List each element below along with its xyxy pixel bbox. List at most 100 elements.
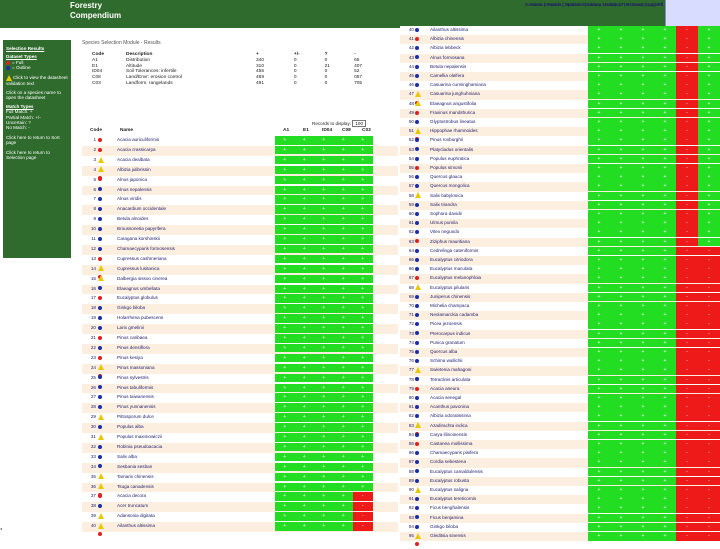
- species-link[interactable]: Chamaecyparis formosensis: [117, 245, 275, 254]
- species-link[interactable]: Acacia aneura: [430, 385, 588, 394]
- table-row[interactable]: 58 Salix babylonica + + + + - +: [400, 191, 720, 206]
- table-row[interactable]: 69 Juniperus chinensis + + + + - -: [400, 292, 720, 302]
- table-row[interactable]: 26 Pinus tabuliformis + + + + +: [82, 383, 398, 394]
- warning-icon[interactable]: [98, 413, 104, 420]
- nav-bamboo[interactable]: Bamboo & Rattan: [525, 2, 561, 7]
- species-link[interactable]: Alnus viridis: [117, 195, 275, 204]
- species-link[interactable]: Acacia dealbata: [117, 156, 275, 165]
- species-link[interactable]: Alnus formosana: [430, 54, 588, 63]
- table-row[interactable]: 40 Ailanthus altissima + + + + -: [82, 522, 398, 537]
- species-link[interactable]: Cordia sebestena: [430, 458, 588, 467]
- species-link[interactable]: Quercus alba: [430, 348, 588, 357]
- species-link[interactable]: Albizia odoratissima: [430, 412, 588, 421]
- species-link[interactable]: Pinus densiflora: [117, 344, 275, 353]
- species-link[interactable]: Pinus massoniana: [117, 364, 275, 373]
- table-row[interactable]: 21 Pinus caribaea + + + + +: [82, 334, 398, 344]
- table-row[interactable]: 27 Pinus taiwanensis + + + + +: [82, 393, 398, 403]
- table-row[interactable]: 7 Alnus viridis + + + + +: [82, 195, 398, 205]
- species-link[interactable]: Tamarix chinensis: [117, 473, 275, 482]
- species-link[interactable]: Ailanthus altissima: [117, 522, 275, 531]
- warning-icon[interactable]: [415, 127, 421, 134]
- table-row[interactable]: 15 Dalbergia sissoo cinerea + + + + +: [82, 274, 398, 289]
- species-link[interactable]: Populus simonii: [430, 164, 588, 173]
- species-link[interactable]: Albizia lebbeck: [430, 44, 588, 53]
- species-link[interactable]: Acacia auriculiformis: [117, 136, 275, 145]
- species-link[interactable]: Betula nepalensis: [430, 63, 588, 72]
- table-row[interactable]: 42 Albizia lebbeck + + + + - +: [400, 44, 720, 53]
- table-row[interactable]: 46 Casuarina cunninghamiana + + + + - +: [400, 81, 720, 90]
- table-row[interactable]: 36 Tsuga canadensis + + + + +: [82, 482, 398, 497]
- species-link[interactable]: Tsuga canadensis: [117, 483, 275, 492]
- species-link[interactable]: Acacia decora: [117, 492, 275, 501]
- table-row[interactable]: 56 Quercus glauca + + + + - +: [400, 173, 720, 182]
- species-link[interactable]: Chamaecyparis pisifera: [430, 449, 588, 458]
- table-row[interactable]: 25 Pinus sylvestris + + + + +: [82, 373, 398, 384]
- table-row[interactable]: 76 Schima wallichii + + + + - -: [400, 357, 720, 366]
- species-link[interactable]: Ziziphus mauritiana: [430, 238, 588, 247]
- species-link[interactable]: Eucalyptus melanophloia: [430, 274, 588, 283]
- species-link[interactable]: Eucalyptus tereticornis: [430, 495, 588, 504]
- table-row[interactable]: 93 Ficus benjamina + + + + - -: [400, 513, 720, 523]
- species-link[interactable]: Fraxinus mandshurica: [430, 109, 588, 118]
- table-row[interactable]: 19 Holarrhena pubescens + + + + +: [82, 314, 398, 324]
- warning-icon[interactable]: [98, 433, 104, 440]
- table-row[interactable]: 33 Salix alba + + + + +: [82, 452, 398, 463]
- species-link[interactable]: Castanea mollissima: [430, 440, 588, 449]
- warning-icon[interactable]: [98, 473, 104, 480]
- species-link[interactable]: Salix alba: [117, 453, 275, 462]
- species-link[interactable]: Pterocarpus indicus: [430, 330, 588, 339]
- table-row[interactable]: 11 Caragana korshinskii + + + + +: [82, 235, 398, 245]
- table-row[interactable]: 22 Pinus densiflora + + + + +: [82, 343, 398, 354]
- species-link[interactable]: Sesbania sesban: [117, 463, 275, 472]
- warning-icon[interactable]: [415, 422, 421, 429]
- species-link[interactable]: Eucalyptus camaldulensis: [430, 468, 588, 477]
- species-link[interactable]: Ficus benjamina: [430, 514, 588, 523]
- table-row[interactable]: 30 Populus alba + + + + +: [82, 423, 398, 433]
- species-link[interactable]: Ailanthus altissima: [430, 26, 588, 35]
- table-row[interactable]: 12 Chamaecyparis formosensis + + + + +: [82, 244, 398, 255]
- table-row[interactable]: 75 Quercus alba + + + + - -: [400, 348, 720, 358]
- species-link[interactable]: Ginkgo biloba: [430, 523, 588, 532]
- table-row[interactable]: 39 Adansonia digitata + + + + -: [82, 512, 398, 527]
- species-link[interactable]: Sophora davidii: [430, 210, 588, 219]
- return-sort-link[interactable]: Click here to return to Sort page: [6, 135, 68, 146]
- scroll-corner[interactable]: ◂: [0, 526, 8, 536]
- warning-icon[interactable]: [98, 522, 104, 529]
- table-row[interactable]: 87 Cordia sebestena + + + + - -: [400, 458, 720, 468]
- warning-icon[interactable]: [415, 284, 421, 291]
- species-link[interactable]: Adansonia digitata: [117, 512, 275, 521]
- table-row[interactable]: 83 Azadirachta indica + + + + - -: [400, 421, 720, 436]
- species-link[interactable]: Acacia senegal: [430, 394, 588, 403]
- warning-icon[interactable]: [415, 486, 421, 493]
- species-link[interactable]: Acanthus pavonina: [430, 403, 588, 412]
- table-row[interactable]: 34 Sesbania sesban + + + + +: [82, 462, 398, 473]
- table-row[interactable]: 32 Robinia pseudoacacia + + + + +: [82, 442, 398, 453]
- species-link[interactable]: Eucalyptus robusta: [430, 477, 588, 486]
- warning-icon[interactable]: [98, 156, 104, 163]
- species-link[interactable]: Anacardium occidentale: [117, 205, 275, 214]
- species-link[interactable]: Pittosporum dulce: [117, 413, 275, 422]
- table-row[interactable]: 59 Salix triandra + + + + - +: [400, 200, 720, 210]
- species-link[interactable]: Elaeagnus umbellata: [117, 285, 275, 294]
- species-link[interactable]: Ulmus pumila: [430, 219, 588, 228]
- table-row[interactable]: 31 Populus maximowiczii + + + + +: [82, 433, 398, 448]
- species-link[interactable]: Pinus sylvestris: [117, 374, 275, 383]
- species-link[interactable]: Pinus kesiya: [117, 354, 275, 363]
- species-link[interactable]: Casuarina cunninghamiana: [430, 81, 588, 90]
- table-row[interactable]: 71 Neolamarckia cadamba + + + + - -: [400, 311, 720, 321]
- species-link[interactable]: Albizia julibrissin: [117, 166, 275, 175]
- species-link[interactable]: Robinia pseudoacacia: [117, 443, 275, 452]
- table-row[interactable]: 49 Fraxinus mandshurica + + + + - +: [400, 108, 720, 118]
- table-row[interactable]: 60 Sophora davidii + + + + - +: [400, 210, 720, 219]
- species-link[interactable]: Eucalyptus maculata: [430, 265, 588, 274]
- table-row[interactable]: 62 Vitex negundo + + + + - +: [400, 228, 720, 237]
- species-link[interactable]: Acacia crassicarpa: [117, 146, 275, 155]
- species-link[interactable]: Picea jezoensis: [430, 320, 588, 329]
- table-row[interactable]: 68 Eucalyptus pilularis + + + + - -: [400, 283, 720, 298]
- species-link[interactable]: Cupressus cashmeriana: [117, 255, 275, 264]
- species-link[interactable]: Caragana korshinskii: [117, 235, 275, 244]
- table-row[interactable]: 84 Carya illinoinensis + + + + - -: [400, 430, 720, 440]
- species-link[interactable]: Larix gmelinii: [117, 324, 275, 333]
- table-row[interactable]: 89 Eucalyptus robusta + + + + - -: [400, 476, 720, 486]
- table-row[interactable]: 94 Ginkgo biloba + + + + - -: [400, 522, 720, 532]
